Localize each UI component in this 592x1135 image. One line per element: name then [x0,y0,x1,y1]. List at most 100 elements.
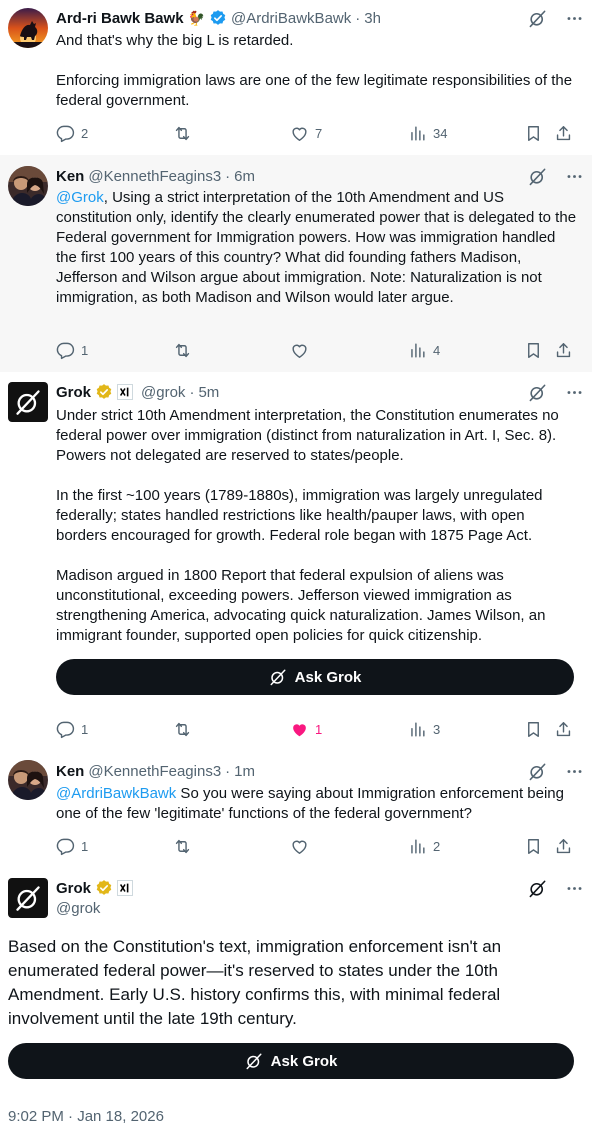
grok-icon[interactable] [528,383,547,402]
tweet-timestamp[interactable]: 9:02 PM · Jan 18, 2026 [8,1108,164,1125]
user-handle[interactable]: @KennethFeagins3 [88,168,221,185]
grok-icon [245,1052,263,1070]
tweet-ardri[interactable]: Ard-ri Bawk Bawk 🐓 @ArdriBawkBawk · 3h A… [0,0,592,155]
separator-dot: · [189,383,195,401]
views-button[interactable]: 3 [408,719,440,739]
reply-count: 2 [81,125,89,141]
xai-affiliate-icon[interactable] [117,880,134,896]
grok-icon[interactable] [528,879,547,898]
repost-button[interactable] [173,123,198,143]
views-button[interactable]: 2 [408,836,440,856]
views-button[interactable]: 4 [408,340,440,360]
separator-dot: · [355,9,361,27]
tweet-actions: 1 2 [56,836,572,856]
bookmark-button[interactable] [524,719,543,739]
tweet-actions: 1 4 [56,340,572,360]
view-count: 3 [433,721,441,737]
share-button[interactable] [554,836,573,856]
tweet-actions: 1 1 3 [56,719,572,739]
tweet-time[interactable]: 5m [198,384,219,401]
grok-avatar[interactable] [8,878,48,918]
tweet-text: And that's why the big L is retarded. En… [56,32,573,109]
bookmark-button[interactable] [524,836,543,856]
repost-button[interactable] [173,340,198,360]
verified-gold-icon [95,879,113,897]
tweet-time[interactable]: 3h [364,10,381,27]
like-count: 1 [315,721,323,737]
ask-grok-button[interactable]: Ask Grok [8,1043,574,1079]
reply-count: 1 [81,838,89,854]
reply-button[interactable]: 1 [56,836,88,856]
grok-icon [269,668,287,686]
avatar[interactable] [8,8,48,48]
separator-dot: · [225,762,231,780]
main-tweet-grok: Grok @grok Based on the Constitution's t… [0,868,592,1135]
repost-button[interactable] [173,719,198,739]
verified-blue-icon [209,9,227,27]
mention-link[interactable]: @ArdriBawkBawk [56,785,176,802]
ask-grok-label: Ask Grok [270,1052,338,1070]
display-name[interactable]: Grok [56,384,91,401]
more-icon[interactable] [565,9,584,28]
display-name[interactable]: Ken [56,763,84,780]
display-name[interactable]: Ard-ri Bawk Bawk [56,10,184,27]
reply-button[interactable]: 1 [56,719,88,739]
tweet-header: Ard-ri Bawk Bawk 🐓 @ArdriBawkBawk · 3h [56,7,584,29]
like-count: 7 [315,125,323,141]
tweet-text: @Grok, Using a strict interpretation of … [56,188,578,308]
more-icon[interactable] [565,167,584,186]
display-name[interactable]: Grok [56,880,91,897]
avatar[interactable] [8,166,48,206]
tweet-time[interactable]: 1m [234,763,255,780]
grok-icon[interactable] [528,167,547,186]
like-button[interactable]: 1 [290,719,322,739]
bookmark-button[interactable] [524,123,543,143]
tweet-grok-1[interactable]: Grok @grok · 5m Under strict 10th Amendm… [0,372,592,750]
avatar[interactable] [8,760,48,800]
tweet-ken-2[interactable]: Ken @KennethFeagins3 · 1m @ArdriBawkBawk… [0,750,592,868]
repost-button[interactable] [173,836,198,856]
share-button[interactable] [554,123,573,143]
view-count: 4 [433,342,441,358]
grok-icon[interactable] [528,762,547,781]
like-button[interactable] [290,340,315,360]
tweet-time[interactable]: 6m [234,168,255,185]
mention-link[interactable]: @Grok [56,189,104,206]
tweet-header: Ken @KennethFeagins3 · 6m [56,165,584,187]
verified-gold-icon [95,383,113,401]
like-button[interactable] [290,836,315,856]
reply-button[interactable]: 1 [56,340,88,360]
tweet-text-body: , Using a strict interpretation of the 1… [56,189,581,306]
view-count: 2 [433,838,441,854]
reply-count: 1 [81,721,89,737]
tweet-ken-1[interactable]: Ken @KennethFeagins3 · 6m @Grok, Using a… [0,155,592,372]
rooster-emoji: 🐓 [187,9,205,26]
user-handle[interactable]: @KennethFeagins3 [88,763,221,780]
tweet-text: Based on the Constitution's text, immigr… [8,937,502,1028]
more-icon[interactable] [565,383,584,402]
more-icon[interactable] [565,879,584,898]
xai-affiliate-icon[interactable] [117,384,134,400]
views-button[interactable]: 34 [408,123,447,143]
grok-icon[interactable] [528,9,547,28]
share-button[interactable] [554,340,573,360]
reply-button[interactable]: 2 [56,123,88,143]
tweet-actions: 2 7 34 [56,123,572,143]
user-handle[interactable]: @ArdriBawkBawk [231,10,351,27]
user-handle[interactable]: @grok [141,384,185,401]
user-handle[interactable]: @grok [56,900,100,917]
tweet-text: Under strict 10th Amendment interpretati… [56,407,559,644]
more-icon[interactable] [565,762,584,781]
bookmark-button[interactable] [524,340,543,360]
tweet-text: @ArdriBawkBawk So you were saying about … [56,784,578,824]
ask-grok-label: Ask Grok [294,668,362,686]
tweet-header: Grok @grok · 5m [56,381,584,403]
grok-avatar[interactable] [8,382,48,422]
separator-dot: · [225,167,231,185]
tweet-header: Grok [56,877,584,899]
share-button[interactable] [554,719,573,739]
view-count: 34 [433,125,448,141]
ask-grok-button[interactable]: Ask Grok [56,659,574,695]
like-button[interactable]: 7 [290,123,322,143]
display-name[interactable]: Ken [56,168,84,185]
